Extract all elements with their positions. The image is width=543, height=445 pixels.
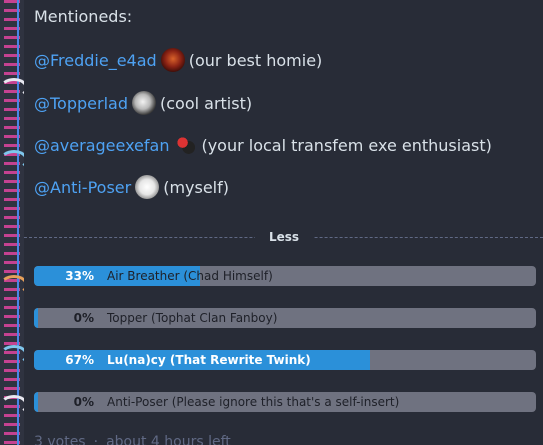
mention-line: @Anti-Poser (myself): [34, 173, 229, 201]
freddie-avatar-emoji: [160, 48, 185, 72]
poll-option-label: Air Breather (Chad Himself): [107, 269, 273, 283]
mention-link-topperlad[interactable]: @Topperlad: [34, 94, 128, 113]
mention-link-anti-poser[interactable]: @Anti-Poser: [34, 178, 131, 197]
poll-percent: 0%: [73, 311, 94, 325]
poll-percent: 33%: [65, 269, 94, 283]
mention-link-freddie[interactable]: @Freddie_e4ad: [34, 51, 157, 70]
exefan-avatar-emoji: [173, 133, 198, 157]
poll-vote-count: 3 votes: [34, 434, 86, 445]
poll-footer: 3 votes · about 4 hours left: [34, 434, 231, 445]
poll-option[interactable]: 0% Topper (Tophat Clan Fanboy): [34, 308, 536, 328]
footer-separator: ·: [93, 434, 99, 445]
poll-option[interactable]: 67% Lu(na)cy (That Rewrite Twink): [34, 350, 536, 370]
show-less-button[interactable]: Less: [255, 227, 314, 247]
mention-line: @Freddie_e4ad (our best homie): [34, 46, 322, 74]
post-heading: Mentioneds:: [34, 7, 133, 26]
poll-percent: 67%: [65, 353, 94, 367]
poll-option[interactable]: 0% Anti-Poser (Please ignore this that's…: [34, 392, 536, 412]
decoration-swirl: [0, 275, 24, 295]
poll-option-label: Topper (Tophat Clan Fanboy): [107, 311, 278, 325]
decoration-swirl: [0, 345, 24, 365]
mention-line: @Topperlad (cool artist): [34, 89, 252, 117]
status-content: Mentioneds: @Freddie_e4ad (our best homi…: [0, 0, 543, 445]
mention-description: (our best homie): [188, 50, 323, 70]
poll-option-label: Anti-Poser (Please ignore this that's a …: [107, 395, 400, 409]
thread-line: [17, 0, 19, 445]
decoration-swirl: [0, 78, 24, 98]
mention-description: (cool artist): [159, 93, 253, 113]
poser-avatar-emoji: [135, 175, 160, 199]
poll-percent: 0%: [73, 395, 94, 409]
mention-description: (myself): [163, 177, 229, 197]
mention-description: (your local transfem exe enthusiast): [201, 135, 492, 155]
topper-avatar-emoji: [131, 91, 156, 115]
mention-line: @averageexefan (your local transfem exe …: [34, 131, 492, 159]
poll-time-left: about 4 hours left: [106, 434, 231, 445]
thread-decoration: [0, 0, 24, 445]
decoration-swirl: [0, 150, 24, 170]
decoration-swirl: [0, 395, 24, 415]
poll-option-label: Lu(na)cy (That Rewrite Twink): [107, 353, 311, 367]
poll-option[interactable]: 33% Air Breather (Chad Himself): [34, 266, 536, 286]
mention-link-averageexefan[interactable]: @averageexefan: [34, 136, 169, 155]
